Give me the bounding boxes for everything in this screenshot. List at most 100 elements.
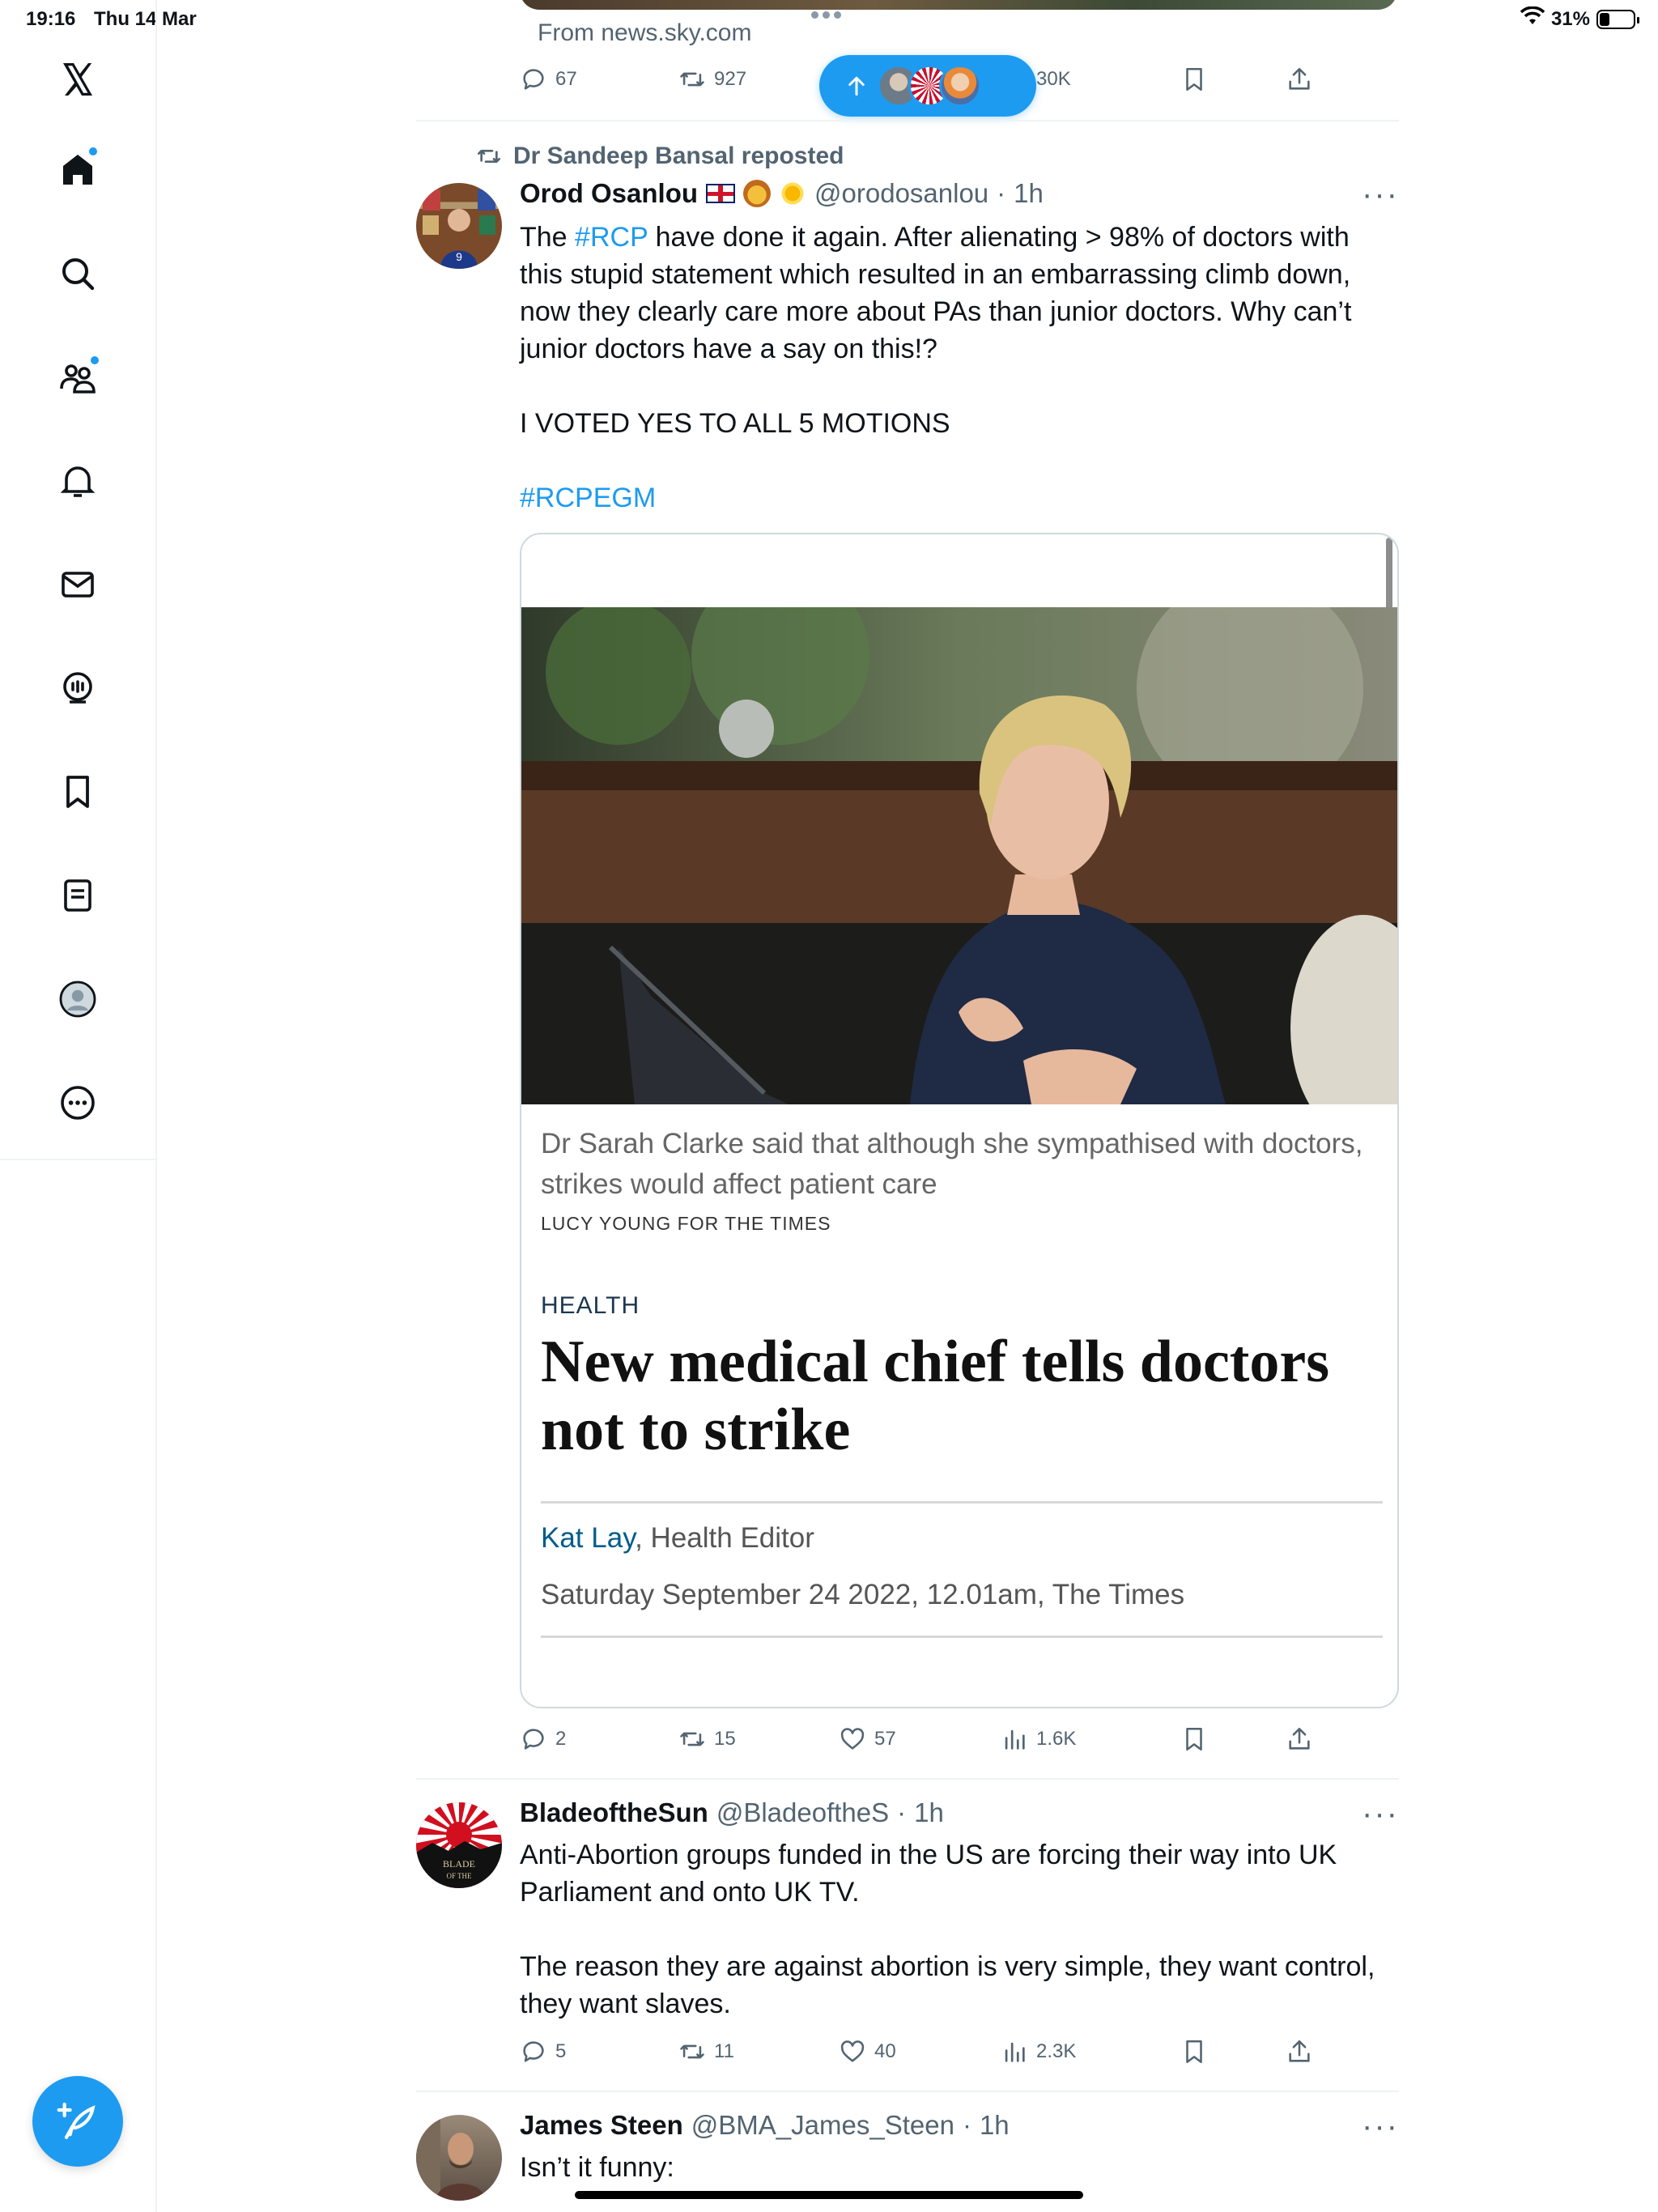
- wifi-icon: [1520, 6, 1545, 32]
- drag-handle-icon[interactable]: [811, 11, 841, 19]
- heart-icon: [840, 2040, 865, 2062]
- views-button[interactable]: 2.3K: [1001, 2032, 1076, 2071]
- messages-icon[interactable]: [53, 560, 102, 609]
- bookmark-button[interactable]: [1180, 1720, 1208, 1759]
- search-icon[interactable]: [53, 249, 102, 298]
- share-button[interactable]: [1286, 60, 1313, 99]
- avatar-photo: 9: [423, 189, 495, 269]
- share-button[interactable]: [1286, 1720, 1313, 1759]
- bookmark-button[interactable]: [1180, 2032, 1208, 2071]
- uk-flag-icon: [706, 184, 736, 203]
- like-count: 57: [874, 1728, 896, 1750]
- avatar[interactable]: BLADE OF THE: [416, 1802, 502, 1888]
- reply-button[interactable]: 5: [520, 2032, 566, 2071]
- article-section: HEALTH: [541, 1292, 640, 1319]
- tweet-body: Anti-Abortion groups funded in the US ar…: [520, 1836, 1394, 2023]
- lists-icon[interactable]: [53, 871, 102, 920]
- share-upload-icon: [1289, 67, 1310, 90]
- more-options-icon[interactable]: ···: [1362, 2108, 1399, 2145]
- article-photo: [521, 607, 1397, 1104]
- author-handle[interactable]: @BMA_James_Steen: [691, 2110, 954, 2141]
- time-separator: ·: [962, 2110, 971, 2140]
- repost-icon: [478, 150, 500, 163]
- post-time[interactable]: 1h: [1014, 178, 1044, 209]
- hashtag-rcp[interactable]: #RCP: [575, 222, 648, 253]
- card-scrollbar[interactable]: [1386, 538, 1392, 612]
- x-logo-icon[interactable]: [53, 55, 102, 104]
- author-name[interactable]: BladeoftheSun: [520, 1797, 708, 1828]
- reply-icon: [523, 2041, 544, 2062]
- compose-post-button[interactable]: [32, 2076, 123, 2167]
- tweet-actions: 5 11 40 2.3K: [520, 2032, 1329, 2071]
- more-options-icon[interactable]: [53, 1078, 102, 1127]
- share-upload-icon: [1289, 2040, 1310, 2062]
- views-count: 30K: [1036, 68, 1071, 90]
- notifications-bell-icon[interactable]: [53, 457, 102, 505]
- tweet-text-2: The reason they are against abortion is …: [520, 1951, 1375, 2019]
- home-icon[interactable]: [53, 146, 102, 194]
- link-source[interactable]: From news.sky.com: [538, 19, 751, 47]
- battery-icon: [1596, 9, 1639, 29]
- article-author: Kat Lay: [541, 1522, 636, 1554]
- sidebar-divider: [0, 1159, 157, 1160]
- new-post-avatar-3: [939, 65, 981, 107]
- timeline: From news.sky.com 67 927 30K Dr Sandeep …: [416, 0, 1399, 2212]
- more-options-icon[interactable]: ···: [1362, 177, 1399, 213]
- embedded-article-image[interactable]: Dr Sarah Clarke said that although she s…: [520, 533, 1399, 1708]
- sun-emoji-icon: [779, 180, 807, 207]
- author-handle[interactable]: @orodosanlou: [814, 178, 988, 209]
- time-separator: ·: [897, 1797, 907, 1827]
- new-posts-pill[interactable]: [819, 55, 1036, 117]
- repost-button[interactable]: 927: [678, 60, 746, 99]
- author-handle[interactable]: @BladeoftheS: [716, 1797, 889, 1828]
- reply-button[interactable]: 67: [520, 60, 577, 99]
- repost-button[interactable]: 11: [678, 2032, 734, 2071]
- views-chart-icon: [1005, 2042, 1025, 2062]
- repost-count: 15: [714, 1728, 736, 1750]
- views-count: 1.6K: [1036, 1728, 1077, 1750]
- photo-caption: Dr Sarah Clarke said that although she s…: [541, 1128, 1363, 1200]
- repost-icon: [680, 72, 704, 87]
- like-button[interactable]: 57: [839, 1720, 896, 1759]
- avatar[interactable]: 9: [416, 183, 502, 269]
- tweet-body: The #RCP have done it again. After alien…: [520, 219, 1394, 517]
- share-button[interactable]: [1286, 2032, 1313, 2071]
- tweet-divider: [416, 1778, 1399, 1780]
- tweet-header: Orod Osanlou @orodosanlou · 1h: [520, 178, 1044, 209]
- photo-credit: LUCY YOUNG FOR THE TIMES: [541, 1213, 831, 1234]
- post-time[interactable]: 1h: [980, 2110, 1010, 2141]
- like-button[interactable]: 40: [839, 2032, 896, 2071]
- repost-button[interactable]: 15: [678, 1720, 736, 1759]
- views-count: 2.3K: [1036, 2040, 1077, 2062]
- author-name[interactable]: Orod Osanlou: [520, 178, 698, 209]
- battery-percent: 31%: [1550, 7, 1590, 30]
- tweet-divider: [416, 120, 1399, 121]
- bookmark-button[interactable]: [1180, 60, 1208, 99]
- share-upload-icon: [1289, 1727, 1310, 1750]
- previous-tweet-media[interactable]: [520, 0, 1397, 10]
- repost-icon: [680, 1732, 704, 1746]
- article-divider: [541, 1636, 1383, 1638]
- author-name[interactable]: James Steen: [520, 2110, 683, 2141]
- reply-icon: [523, 1729, 544, 1750]
- bookmarks-icon[interactable]: [53, 768, 102, 816]
- more-options-icon[interactable]: ···: [1362, 1796, 1399, 1832]
- communities-icon[interactable]: [53, 353, 102, 402]
- spaces-microphone-icon[interactable]: [53, 664, 102, 713]
- repost-count: 927: [714, 68, 747, 90]
- reply-count: 5: [555, 2040, 567, 2062]
- reply-button[interactable]: 2: [520, 1720, 566, 1759]
- reposted-by-label[interactable]: Dr Sandeep Bansal reposted: [513, 143, 844, 170]
- home-indicator[interactable]: [575, 2191, 1083, 2199]
- svg-text:BLADE: BLADE: [443, 1858, 475, 1870]
- article-byline: Kat Lay, Health Editor: [541, 1522, 814, 1555]
- hashtag-rcpegm[interactable]: #RCPEGM: [520, 479, 1394, 517]
- sidebar: [0, 0, 157, 2212]
- views-button[interactable]: 1.6K: [1001, 1720, 1076, 1759]
- tweet-text-motions: I VOTED YES TO ALL 5 MOTIONS: [520, 408, 950, 439]
- profile-avatar-icon[interactable]: [53, 975, 102, 1023]
- tweet-text-1: Anti-Abortion groups funded in the US ar…: [520, 1840, 1337, 1908]
- lion-emoji-icon: [743, 180, 772, 207]
- post-time[interactable]: 1h: [914, 1797, 944, 1828]
- avatar[interactable]: [416, 2115, 502, 2201]
